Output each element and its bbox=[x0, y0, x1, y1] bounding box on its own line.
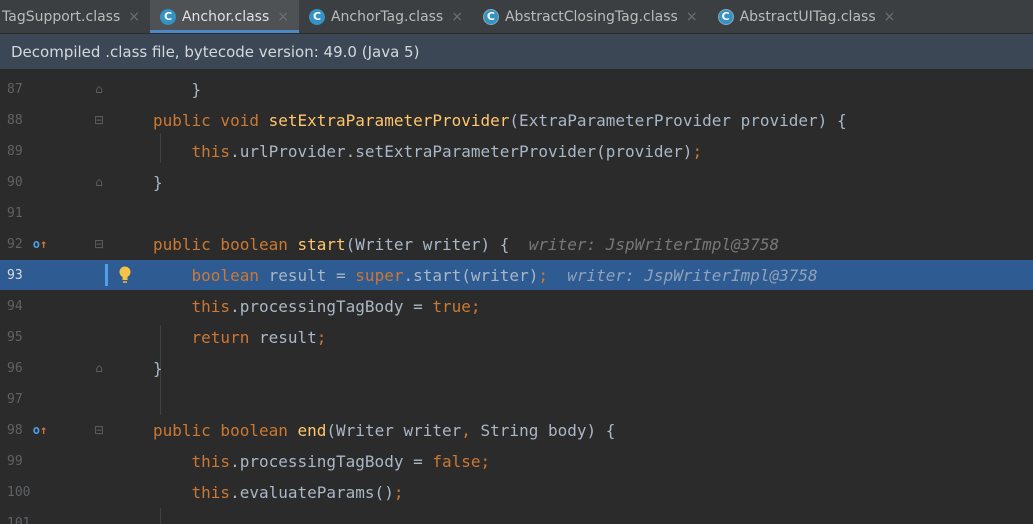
tab-label: AbstractUITag.class bbox=[739, 8, 876, 25]
code-line[interactable]: 89 this.urlProvider.setExtraParameterPro… bbox=[0, 136, 1033, 166]
line-number: 90 bbox=[7, 174, 23, 190]
code-text: this.urlProvider.setExtraParameterProvid… bbox=[191, 141, 703, 161]
code-line[interactable]: 99 this.processingTagBody = false; bbox=[0, 446, 1033, 476]
code-text: } bbox=[153, 79, 202, 99]
tab-label: AnchorTag.class bbox=[330, 8, 444, 25]
code-editor[interactable]: 87 ⌂ } 88 ⊟ public void setExtraParamete… bbox=[0, 70, 1033, 524]
class-icon: C bbox=[308, 8, 325, 25]
close-icon[interactable]: × bbox=[686, 9, 698, 25]
line-number: 98 bbox=[7, 422, 23, 438]
fold-start-icon[interactable]: ⊟ bbox=[86, 229, 112, 259]
code-line[interactable]: 97 bbox=[0, 384, 1033, 414]
tab-label: AbstractClosingTag.class bbox=[504, 8, 678, 25]
code-line[interactable]: 100 this.evaluateParams(); bbox=[0, 477, 1033, 507]
execution-point-marker bbox=[105, 264, 108, 286]
line-number: 89 bbox=[7, 143, 23, 159]
line-number: 95 bbox=[7, 329, 23, 345]
class-icon: C bbox=[159, 8, 176, 25]
code-line[interactable]: 95 return result; bbox=[0, 322, 1033, 352]
fold-end-icon[interactable]: ⌂ bbox=[86, 167, 112, 197]
line-number: 99 bbox=[7, 453, 23, 469]
tab-anchor-class[interactable]: C Anchor.class × bbox=[149, 0, 299, 33]
decompiled-banner: Decompiled .class file, bytecode version… bbox=[0, 34, 1033, 70]
tab-abstractuitag-class[interactable]: C AbstractUITag.class × bbox=[708, 0, 906, 33]
code-line[interactable]: 98 o↑ ⊟ public boolean end(Writer writer… bbox=[0, 415, 1033, 445]
line-number: 96 bbox=[7, 360, 23, 376]
close-icon[interactable]: × bbox=[451, 9, 463, 25]
tab-label: Anchor.class bbox=[181, 8, 270, 25]
code-line[interactable]: 96 ⌂ } bbox=[0, 353, 1033, 383]
override-icon[interactable]: o↑ bbox=[30, 237, 50, 251]
code-text: this.processingTagBody = false; bbox=[191, 451, 491, 471]
code-line[interactable]: 88 ⊟ public void setExtraParameterProvid… bbox=[0, 105, 1033, 135]
code-text: this.evaluateParams(); bbox=[191, 482, 404, 502]
fold-start-icon[interactable]: ⊟ bbox=[86, 415, 112, 445]
line-number: 97 bbox=[7, 391, 23, 407]
tab-anchortag-class[interactable]: C AnchorTag.class × bbox=[299, 0, 473, 33]
code-text: public void setExtraParameterProvider(Ex… bbox=[153, 110, 847, 130]
tab-tagsupport-class[interactable]: TagSupport.class × bbox=[0, 0, 150, 33]
code-line[interactable]: 90 ⌂ } bbox=[0, 167, 1033, 197]
code-text: public boolean end(Writer writer, String… bbox=[153, 420, 616, 440]
line-number: 93 bbox=[7, 267, 23, 283]
fold-end-icon[interactable]: ⌂ bbox=[86, 353, 112, 383]
code-text: } bbox=[153, 358, 163, 378]
code-line[interactable]: 87 ⌂ } bbox=[0, 74, 1033, 104]
inline-debug-hint: writer: JspWriterImpl@3758 bbox=[528, 234, 780, 254]
lightbulb-icon[interactable] bbox=[118, 264, 132, 286]
code-text: return result; bbox=[191, 327, 327, 347]
line-number: 87 bbox=[7, 81, 23, 97]
line-number: 92 bbox=[7, 236, 23, 252]
override-icon[interactable]: o↑ bbox=[30, 423, 50, 437]
code-line-current[interactable]: 93 boolean result = super.start(writer);… bbox=[0, 260, 1033, 290]
line-number: 101 bbox=[7, 515, 31, 524]
inline-debug-hint: writer: JspWriterImpl@3758 bbox=[567, 265, 818, 285]
line-number: 94 bbox=[7, 298, 23, 314]
code-line[interactable]: 91 bbox=[0, 198, 1033, 228]
code-line[interactable]: 92 o↑ ⊟ public boolean start(Writer writ… bbox=[0, 229, 1033, 259]
line-number: 100 bbox=[7, 484, 31, 500]
code-text: public boolean start(Writer writer) { wr… bbox=[153, 234, 780, 254]
fold-start-icon[interactable]: ⊟ bbox=[86, 105, 112, 135]
code-line[interactable]: 101 bbox=[0, 508, 1033, 524]
close-icon[interactable]: × bbox=[128, 9, 140, 25]
line-number: 91 bbox=[7, 205, 23, 221]
tab-abstractclosingtag-class[interactable]: C AbstractClosingTag.class × bbox=[473, 0, 708, 33]
close-icon[interactable]: × bbox=[277, 9, 289, 25]
code-text: } bbox=[153, 172, 163, 192]
abstract-class-icon: C bbox=[482, 8, 499, 25]
fold-end-icon[interactable]: ⌂ bbox=[86, 74, 112, 104]
tab-label: TagSupport.class bbox=[2, 8, 121, 25]
line-number: 88 bbox=[7, 112, 23, 128]
close-icon[interactable]: × bbox=[884, 9, 896, 25]
code-line[interactable]: 94 this.processingTagBody = true; bbox=[0, 291, 1033, 321]
code-text: this.processingTagBody = true; bbox=[191, 296, 481, 316]
code-text: boolean result = super.start(writer); wr… bbox=[191, 265, 818, 285]
editor-tab-bar: TagSupport.class × C Anchor.class × C An… bbox=[0, 0, 1033, 34]
abstract-class-icon: C bbox=[717, 8, 734, 25]
banner-text: Decompiled .class file, bytecode version… bbox=[11, 42, 420, 61]
